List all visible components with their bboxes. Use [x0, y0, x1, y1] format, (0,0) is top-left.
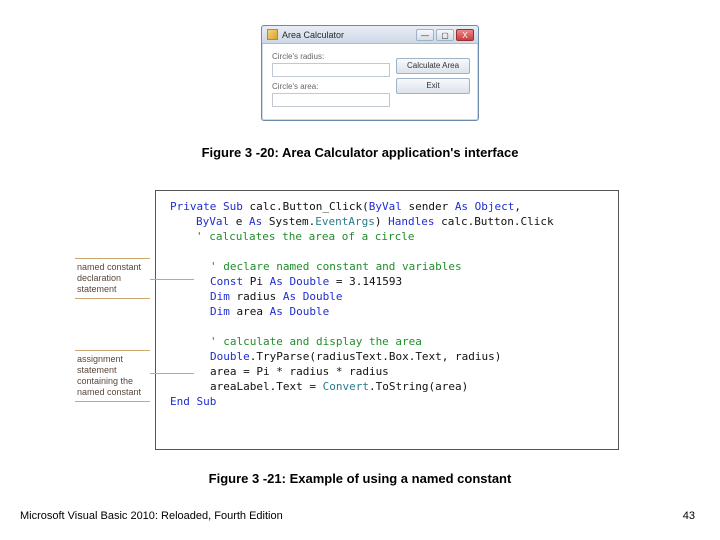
annotation-2: assignment statement containing the name…: [75, 350, 150, 402]
annotation-1: named constant declaration statement: [75, 258, 150, 299]
maximize-button[interactable]: ▢: [436, 29, 454, 41]
figure-caption-2: Figure 3 -21: Example of using a named c…: [0, 471, 720, 486]
footer-text: Microsoft Visual Basic 2010: Reloaded, F…: [20, 510, 283, 522]
window-title: Area Calculator: [282, 30, 344, 40]
area-calculator-window: Area Calculator — ▢ X Circle's radius: C…: [261, 25, 479, 121]
annotation-1-connector: [150, 279, 194, 280]
minimize-button[interactable]: —: [416, 29, 434, 41]
close-button[interactable]: X: [456, 29, 474, 41]
window-titlebar: Area Calculator — ▢ X: [262, 26, 478, 44]
calculate-button[interactable]: Calculate Area: [396, 58, 470, 74]
code-block: Private Sub calc.Button_Click(ByVal send…: [155, 190, 619, 450]
annotation-2-connector: [150, 373, 194, 374]
area-output: [272, 93, 390, 107]
app-icon: [267, 29, 278, 40]
exit-button[interactable]: Exit: [396, 78, 470, 94]
area-label: Circle's area:: [272, 82, 390, 91]
radius-label: Circle's radius:: [272, 52, 390, 61]
page-number: 43: [683, 510, 695, 522]
figure-caption-1: Figure 3 -20: Area Calculator applicatio…: [0, 145, 720, 160]
radius-input[interactable]: [272, 63, 390, 77]
